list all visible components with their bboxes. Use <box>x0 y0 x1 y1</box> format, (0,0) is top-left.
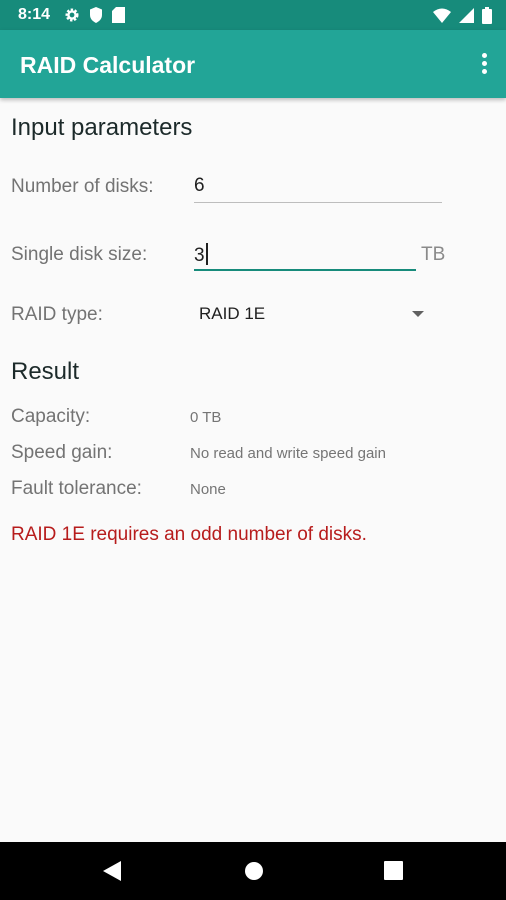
result-heading: Result <box>11 358 80 385</box>
disks-input-underline <box>194 202 442 203</box>
app-title: RAID Calculator <box>20 52 196 78</box>
speed-gain-label: Speed gain: <box>11 442 113 463</box>
back-icon[interactable] <box>103 861 121 886</box>
overflow-menu-icon[interactable] <box>478 53 490 75</box>
disk-size-unit: TB <box>421 244 446 265</box>
status-right-icons <box>433 7 492 24</box>
fault-tolerance-value: None <box>190 481 226 498</box>
speed-gain-value: No read and write speed gain <box>190 445 386 462</box>
status-left-icons <box>64 7 125 23</box>
app-bar: RAID Calculator <box>0 30 506 98</box>
disk-size-value: 3 <box>194 245 205 266</box>
raid-type-dropdown[interactable]: RAID 1E <box>190 290 430 340</box>
raid-type-value: RAID 1E <box>199 304 266 323</box>
sd-card-icon <box>112 7 125 23</box>
disk-size-input-underline <box>194 269 416 271</box>
raid-type-label: RAID type: <box>11 304 103 325</box>
content: Input parameters Number of disks: 6 Sing… <box>0 98 506 842</box>
shield-icon <box>89 7 103 23</box>
dropdown-arrow-icon <box>412 311 424 317</box>
text-cursor <box>205 243 208 265</box>
navigation-bar <box>0 842 506 900</box>
wifi-icon <box>433 8 451 23</box>
disk-size-input[interactable]: 3 <box>194 243 208 267</box>
screen: 8:14 RAID Calculator Input parameters Nu… <box>0 0 506 900</box>
error-message: RAID 1E requires an odd number of disks. <box>11 524 367 545</box>
disk-size-label: Single disk size: <box>11 244 148 265</box>
home-icon[interactable] <box>244 861 264 886</box>
recents-icon[interactable] <box>384 861 403 885</box>
status-time: 8:14 <box>18 6 51 23</box>
disks-input[interactable]: 6 <box>194 175 205 197</box>
status-bar: 8:14 <box>0 0 506 30</box>
capacity-value: 0 TB <box>190 409 222 426</box>
gear-icon <box>64 7 80 23</box>
capacity-label: Capacity: <box>11 406 91 427</box>
signal-icon <box>459 8 474 23</box>
fault-tolerance-label: Fault tolerance: <box>11 478 142 499</box>
disks-label: Number of disks: <box>11 176 154 197</box>
input-parameters-heading: Input parameters <box>11 114 193 141</box>
battery-icon <box>482 7 492 24</box>
